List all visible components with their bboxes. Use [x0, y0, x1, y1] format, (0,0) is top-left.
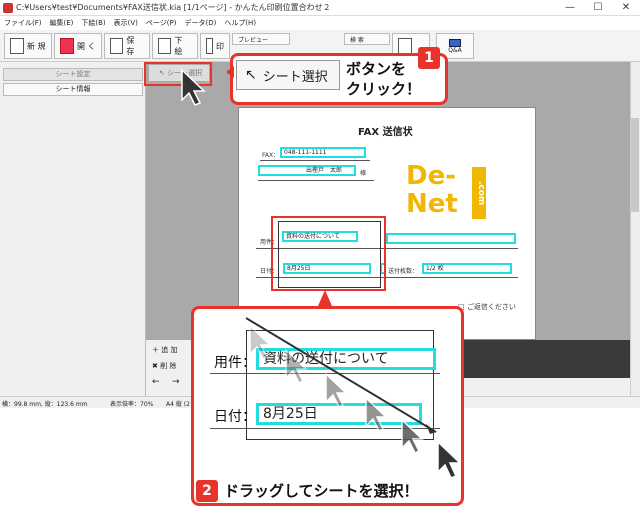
search-button[interactable]: 検 索 — [344, 33, 390, 45]
sheet-settings-button[interactable]: シート設定 — [3, 68, 143, 81]
add-sheet-button[interactable]: ＋ 追 加 — [152, 345, 177, 355]
pages-label: 送付枚数： — [388, 268, 419, 275]
pages-field: 1/2 枚 — [422, 263, 512, 274]
delete-icon: ✖ — [152, 362, 158, 370]
save-button[interactable]: 保 存 — [104, 33, 150, 59]
prev-button[interactable]: ← — [152, 377, 160, 387]
cursor-icon — [437, 440, 460, 479]
menu-edit[interactable]: 編集(E) — [46, 16, 78, 30]
cursor-icon — [181, 68, 206, 106]
cursor-icon — [325, 372, 348, 409]
sheet-select-button[interactable]: ↖ シート選択 — [236, 60, 340, 90]
menu-underlay[interactable]: 下絵(B) — [77, 16, 109, 30]
status-size: 横：99.8 mm, 縦：123.6 mm — [2, 401, 88, 408]
open-button[interactable]: 開 く — [54, 33, 102, 59]
logo-line2: Net — [406, 189, 458, 219]
underline — [258, 180, 374, 181]
new-file-icon — [10, 38, 24, 54]
print-button[interactable]: 印 — [200, 33, 230, 59]
new-button[interactable]: 新 規 — [4, 33, 52, 59]
callout-1-line1: ボタンを — [346, 60, 407, 78]
menu-view[interactable]: 表示(V) — [110, 16, 142, 30]
left-panel: シート設定 シート情報 — [0, 62, 146, 396]
menu-bar: ファイル(F) 編集(E) 下絵(B) 表示(V) ページ(P) データ(D) ヘルプ(H) — [0, 16, 640, 30]
status-zoom: 表示倍率：70% — [110, 401, 154, 408]
tool-icon — [398, 38, 412, 54]
callout-2-caption: ドラッグしてシートを選択！ — [224, 482, 419, 500]
underline — [260, 160, 370, 161]
fax-label: FAX： — [262, 152, 280, 159]
pointer-icon: ↖ — [245, 67, 257, 83]
menu-file[interactable]: ファイル(F) — [0, 16, 46, 30]
subject-field-ext — [386, 233, 516, 244]
selection-rectangle — [278, 221, 381, 288]
recipient-field: 出樫戸 太郎 — [258, 165, 356, 176]
title-bar: C:¥Users¥test¥Documents¥FAX送信状.kia [1/1ペ… — [0, 0, 640, 16]
vertical-scrollbar[interactable] — [630, 62, 640, 396]
cursor-icon — [365, 396, 388, 433]
menu-page[interactable]: ページ(P) — [142, 16, 181, 30]
cursor-icon — [401, 418, 424, 455]
status-paper: A4 縦 (2 — [166, 401, 190, 408]
open-folder-icon — [60, 38, 74, 54]
fax-number-field: 048-111-1111 — [280, 147, 366, 158]
minimize-button[interactable]: — — [556, 0, 584, 16]
step-badge-2: 2 — [196, 480, 218, 502]
step-badge-1: 1 — [418, 47, 440, 69]
document-title: FAX 送信状 — [358, 127, 413, 138]
sheet-info-tab[interactable]: シート情報 — [3, 83, 143, 96]
window-title: C:¥Users¥test¥Documents¥FAX送信状.kia [1/1ペ… — [16, 3, 331, 12]
printer-icon — [206, 38, 213, 54]
app-icon — [3, 3, 13, 13]
preview-button[interactable]: プレビュー — [232, 33, 290, 45]
underlay-icon — [158, 38, 172, 54]
drag-line — [245, 317, 437, 433]
honorific-label: 様 — [360, 170, 367, 177]
save-icon — [110, 38, 124, 54]
cursor-icon — [285, 348, 308, 385]
logo: De- Net .com — [406, 163, 488, 223]
callout-1-pointer — [226, 66, 234, 78]
menu-help[interactable]: ヘルプ(H) — [220, 16, 260, 30]
menu-data[interactable]: データ(D) — [180, 16, 220, 30]
plus-icon: ＋ — [152, 346, 159, 354]
logo-side: .com — [472, 167, 486, 219]
logo-line1: De- — [406, 161, 457, 191]
maximize-button[interactable]: ☐ — [584, 0, 612, 16]
underlay-button[interactable]: 下 絵 — [152, 33, 198, 59]
close-button[interactable]: ✕ — [612, 0, 640, 16]
delete-sheet-button[interactable]: ✖ 削 除 — [152, 361, 176, 371]
next-button[interactable]: → — [172, 377, 180, 387]
drag-trail — [245, 317, 460, 479]
sheet-list-area — [460, 340, 630, 378]
reply-checkbox-label: □ ご返信ください — [458, 303, 516, 311]
callout-2-pointer — [318, 290, 332, 306]
scrollbar-thumb[interactable] — [631, 118, 639, 212]
qa-icon — [449, 38, 461, 47]
callout-1-line2: クリック！ — [346, 80, 422, 98]
